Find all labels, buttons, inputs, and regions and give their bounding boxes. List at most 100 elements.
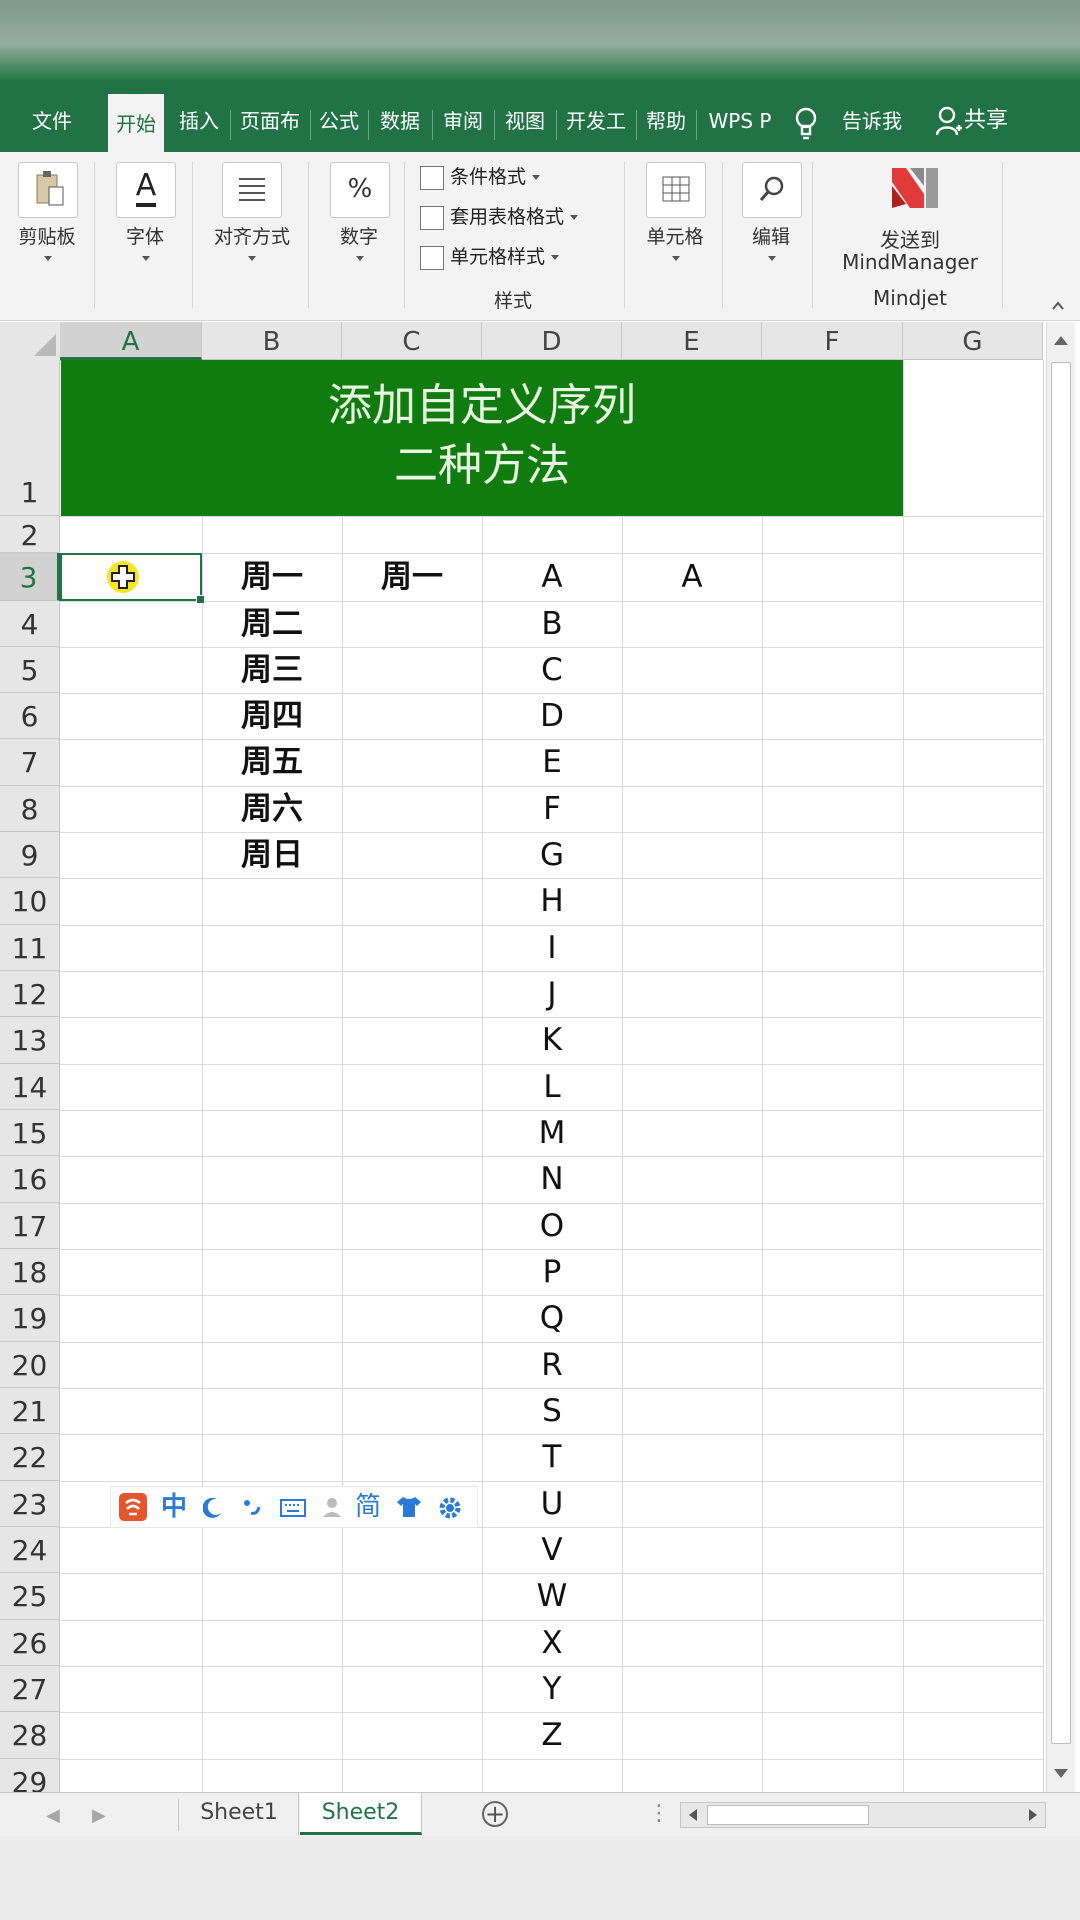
tab-help[interactable]: 帮助	[640, 80, 692, 152]
share-button[interactable]: 共享	[936, 80, 1008, 152]
fill-handle[interactable]	[196, 595, 205, 604]
tell-me-search[interactable]: 告诉我	[842, 80, 902, 152]
cell-d28[interactable]: Z	[482, 1712, 622, 1759]
mindmanager-group[interactable]: 发送到 MindManager Mindjet	[818, 152, 1002, 320]
ime-chinese-mode[interactable]: 中	[161, 1491, 187, 1523]
scroll-left-icon[interactable]	[689, 1809, 697, 1821]
cell-d6[interactable]: D	[482, 693, 622, 739]
cell-b3[interactable]: 周一	[202, 553, 342, 601]
editing-group[interactable]: 编辑	[728, 152, 810, 320]
cell-d8[interactable]: F	[482, 786, 622, 832]
collapse-ribbon-icon[interactable]	[1052, 300, 1064, 312]
cell-styles-button[interactable]: 单元格样式	[420, 242, 560, 272]
cell-b7[interactable]: 周五	[202, 739, 342, 786]
tab-page-layout[interactable]: 页面布	[234, 80, 306, 152]
row-header[interactable]: 28	[0, 1712, 60, 1759]
column-header-f[interactable]: F	[762, 322, 903, 360]
cell-d14[interactable]: L	[482, 1064, 622, 1110]
row-header[interactable]: 15	[0, 1110, 60, 1156]
cell-d9[interactable]: G	[482, 832, 622, 878]
spreadsheet-grid[interactable]: A B C D E F G 1 2 3 4 5 6 7 8 9 10 11 12…	[0, 322, 1080, 1792]
tab-insert[interactable]: 插入	[172, 80, 226, 152]
horizontal-scroll-thumb[interactable]	[707, 1805, 869, 1825]
row-header[interactable]: 3	[0, 553, 60, 601]
row-header[interactable]: 10	[0, 878, 60, 925]
row-header[interactable]: 27	[0, 1666, 60, 1712]
cell-d5[interactable]: C	[482, 647, 622, 693]
row-header[interactable]: 4	[0, 601, 60, 647]
cell-d22[interactable]: T	[482, 1434, 622, 1481]
cell-b9[interactable]: 周日	[202, 832, 342, 878]
moon-icon[interactable]	[203, 1497, 223, 1519]
row-header[interactable]: 19	[0, 1295, 60, 1342]
cell-d27[interactable]: Y	[482, 1666, 622, 1712]
scroll-up-icon[interactable]	[1054, 336, 1068, 345]
cell-d4[interactable]: B	[482, 601, 622, 647]
column-header-b[interactable]: B	[202, 322, 342, 360]
cell-d11[interactable]: I	[482, 925, 622, 971]
horizontal-scrollbar[interactable]	[680, 1802, 1046, 1828]
row-header[interactable]: 18	[0, 1249, 60, 1295]
sheet-tab-sheet1[interactable]: Sheet1	[180, 1793, 299, 1835]
tab-home[interactable]: 开始	[108, 94, 164, 152]
row-header[interactable]: 21	[0, 1388, 60, 1434]
row-header[interactable]: 8	[0, 786, 60, 832]
cell-d13[interactable]: K	[482, 1017, 622, 1064]
row-header[interactable]: 25	[0, 1573, 60, 1620]
tab-data[interactable]: 数据	[374, 80, 426, 152]
cell-d12[interactable]: J	[482, 971, 622, 1017]
scroll-down-icon[interactable]	[1054, 1769, 1068, 1778]
row-header[interactable]: 9	[0, 832, 60, 878]
cell-d26[interactable]: X	[482, 1620, 622, 1666]
clipboard-group[interactable]: 剪贴板	[0, 152, 92, 320]
cell-d24[interactable]: V	[482, 1527, 622, 1573]
cell-d10[interactable]: H	[482, 878, 622, 925]
number-group[interactable]: % 数字	[314, 152, 404, 320]
vertical-scrollbar[interactable]	[1046, 322, 1075, 1792]
row-header[interactable]: 2	[0, 516, 60, 553]
alignment-group[interactable]: 对齐方式	[198, 152, 306, 320]
cell-b5[interactable]: 周三	[202, 647, 342, 693]
cell-d16[interactable]: N	[482, 1156, 622, 1203]
row-header[interactable]: 20	[0, 1342, 60, 1388]
cell-b4[interactable]: 周二	[202, 601, 342, 647]
cell-d7[interactable]: E	[482, 739, 622, 786]
row-header[interactable]: 14	[0, 1064, 60, 1110]
title-banner-cell[interactable]: 添加自定义序列 二种方法	[61, 360, 903, 516]
cell-d18[interactable]: P	[482, 1249, 622, 1295]
cell-b6[interactable]: 周四	[202, 693, 342, 739]
format-as-table-button[interactable]: 套用表格格式	[420, 202, 579, 232]
user-icon[interactable]	[321, 1495, 343, 1519]
tab-view[interactable]: 视图	[500, 80, 550, 152]
skin-shirt-icon[interactable]	[395, 1495, 423, 1519]
row-header[interactable]: 5	[0, 647, 60, 693]
cell-d15[interactable]: M	[482, 1110, 622, 1156]
row-header[interactable]: 7	[0, 739, 60, 786]
row-header[interactable]: 24	[0, 1527, 60, 1573]
sheet-next-icon[interactable]: ▶	[92, 1805, 106, 1826]
ime-simplified[interactable]: 简	[355, 1491, 381, 1523]
tab-file[interactable]: 文件	[18, 80, 86, 152]
tab-developer[interactable]: 开发工	[560, 80, 632, 152]
add-sheet-plus-icon[interactable]: +	[482, 1801, 508, 1827]
sheet-prev-icon[interactable]: ◀	[46, 1805, 60, 1826]
cell-d19[interactable]: Q	[482, 1295, 622, 1342]
column-header-g[interactable]: G	[903, 322, 1043, 360]
cell-d25[interactable]: W	[482, 1573, 622, 1620]
row-header[interactable]: 16	[0, 1156, 60, 1203]
row-header[interactable]: 17	[0, 1203, 60, 1249]
ime-toolbar[interactable]: 中 简	[110, 1486, 478, 1528]
font-group[interactable]: A 字体	[100, 152, 190, 320]
row-header[interactable]: 23	[0, 1481, 60, 1527]
row-header[interactable]: 22	[0, 1434, 60, 1481]
select-all-corner[interactable]	[0, 322, 61, 361]
row-header[interactable]: 26	[0, 1620, 60, 1666]
column-header-d[interactable]: D	[482, 322, 622, 360]
row-header[interactable]: 11	[0, 925, 60, 971]
column-header-c[interactable]: C	[342, 322, 482, 360]
tab-wps-pdf[interactable]: WPS P	[702, 80, 778, 152]
lightbulb-icon[interactable]	[794, 106, 818, 142]
punctuation-icon[interactable]	[241, 1497, 263, 1519]
column-header-e[interactable]: E	[622, 322, 762, 360]
tab-formulas[interactable]: 公式	[314, 80, 364, 152]
